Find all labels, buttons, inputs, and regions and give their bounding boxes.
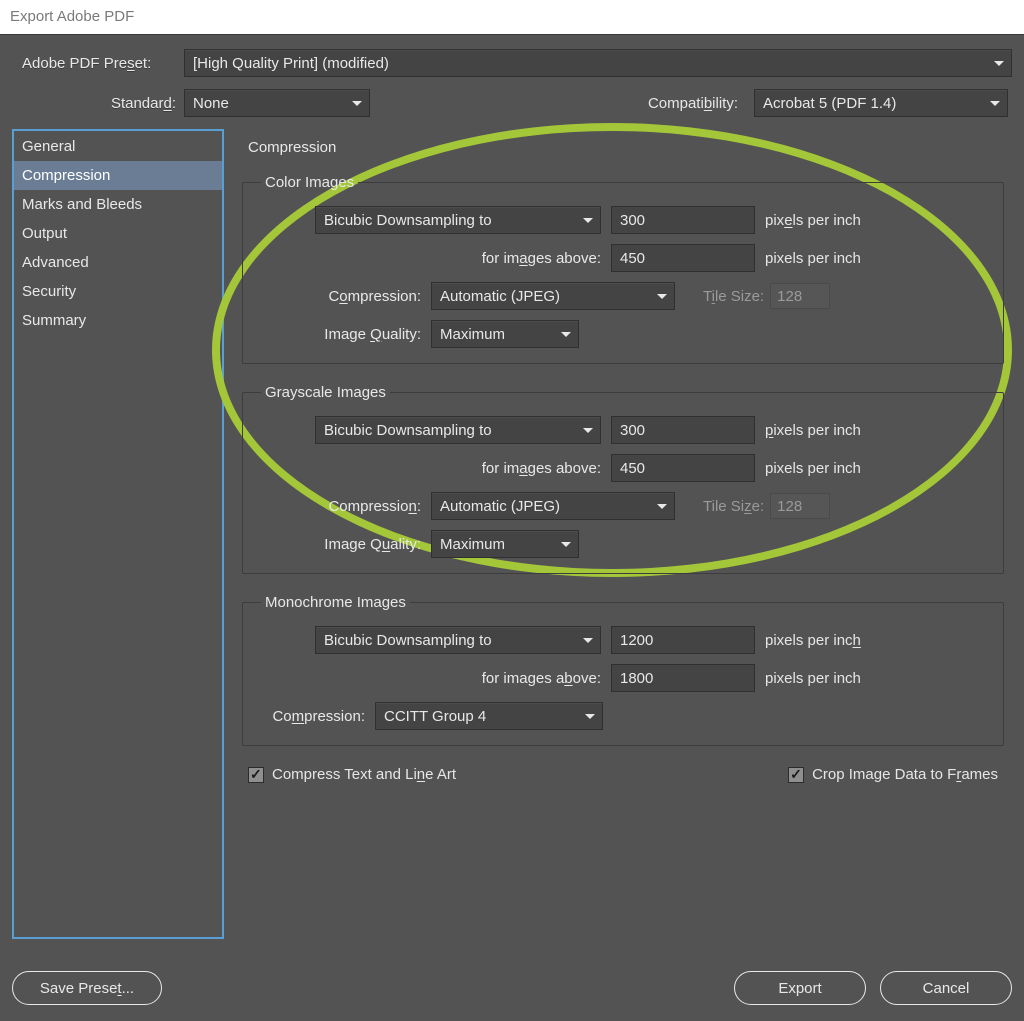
preset-select[interactable]: [High Quality Print] (modified) xyxy=(184,49,1012,77)
mono-above-label: for images above: xyxy=(255,670,611,687)
gray-ppi1: pixels per inch xyxy=(765,422,861,439)
color-comp-label: Compression: xyxy=(255,288,431,305)
gray-downsample-select[interactable]: Bicubic Downsampling to xyxy=(315,416,601,444)
monochrome-images-group: Monochrome Images Bicubic Downsampling t… xyxy=(242,594,1004,746)
export-button[interactable]: Export xyxy=(734,971,866,1005)
sidebar-item-general[interactable]: General xyxy=(14,132,222,161)
compat-label: Compatibility: xyxy=(648,95,746,112)
check-icon xyxy=(788,767,804,783)
mono-comp-label: Compression: xyxy=(255,708,375,725)
sidebar-item-compression[interactable]: Compression xyxy=(14,161,222,190)
gray-tile-value: 128 xyxy=(770,493,830,519)
window-titlebar: Export Adobe PDF xyxy=(0,0,1024,35)
window-title: Export Adobe PDF xyxy=(10,8,134,25)
mono-above-input[interactable]: 1800 xyxy=(611,664,755,692)
compress-text-checkbox[interactable]: Compress Text and Line Art xyxy=(248,766,456,783)
color-comp-select[interactable]: Automatic (JPEG) xyxy=(431,282,675,310)
gray-comp-select[interactable]: Automatic (JPEG) xyxy=(431,492,675,520)
standard-compat-row: Standard: None Compatibility: Acrobat 5 … xyxy=(12,89,1012,117)
sidebar-item-output[interactable]: Output xyxy=(14,219,222,248)
color-tile-value: 128 xyxy=(770,283,830,309)
sidebar-item-advanced[interactable]: Advanced xyxy=(14,248,222,277)
color-ppi2: pixels per inch xyxy=(765,250,861,267)
color-tile-label: Tile Size: xyxy=(703,288,764,305)
standard-select[interactable]: None xyxy=(184,89,370,117)
dialog-content: Adobe PDF Preset: [High Quality Print] (… xyxy=(0,35,1024,939)
category-sidebar: General Compression Marks and Bleeds Out… xyxy=(12,129,224,939)
grayscale-images-group: Grayscale Images Bicubic Downsampling to… xyxy=(242,384,1004,574)
color-downsample-select[interactable]: Bicubic Downsampling to xyxy=(315,206,601,234)
standard-value: None xyxy=(193,95,229,112)
gray-comp-label: Compression: xyxy=(255,498,431,515)
color-quality-select[interactable]: Maximum xyxy=(431,320,579,348)
grayscale-images-legend: Grayscale Images xyxy=(261,384,390,401)
gray-quality-select[interactable]: Maximum xyxy=(431,530,579,558)
mono-target-input[interactable]: 1200 xyxy=(611,626,755,654)
mono-ppi1: pixels per inch xyxy=(765,632,861,649)
preset-row: Adobe PDF Preset: [High Quality Print] (… xyxy=(12,49,1012,77)
gray-quality-label: Image Quality: xyxy=(255,536,431,553)
mono-downsample-select[interactable]: Bicubic Downsampling to xyxy=(315,626,601,654)
compression-panel: Compression Color Images Bicubic Downsam… xyxy=(242,129,1012,939)
crop-image-checkbox[interactable]: Crop Image Data to Frames xyxy=(788,766,998,783)
standard-label: Standard: xyxy=(12,95,176,112)
gray-target-input[interactable]: 300 xyxy=(611,416,755,444)
gray-ppi2: pixels per inch xyxy=(765,460,861,477)
mono-comp-select[interactable]: CCITT Group 4 xyxy=(375,702,603,730)
color-quality-label: Image Quality: xyxy=(255,326,431,343)
color-above-input[interactable]: 450 xyxy=(611,244,755,272)
color-images-group: Color Images Bicubic Downsampling to 300… xyxy=(242,174,1004,364)
preset-label: Adobe PDF Preset: xyxy=(12,55,176,72)
sidebar-item-security[interactable]: Security xyxy=(14,277,222,306)
preset-value: [High Quality Print] (modified) xyxy=(193,55,389,72)
color-above-label: for images above: xyxy=(255,250,611,267)
gray-above-label: for images above: xyxy=(255,460,611,477)
sidebar-item-summary[interactable]: Summary xyxy=(14,306,222,335)
gray-above-input[interactable]: 450 xyxy=(611,454,755,482)
sidebar-item-marks-bleeds[interactable]: Marks and Bleeds xyxy=(14,190,222,219)
main-row: General Compression Marks and Bleeds Out… xyxy=(12,129,1012,939)
mono-ppi2: pixels per inch xyxy=(765,670,861,687)
color-images-legend: Color Images xyxy=(261,174,358,191)
dialog-footer: Save Preset... Export Cancel xyxy=(0,971,1024,1005)
compat-value: Acrobat 5 (PDF 1.4) xyxy=(763,95,896,112)
check-icon xyxy=(248,767,264,783)
compat-select[interactable]: Acrobat 5 (PDF 1.4) xyxy=(754,89,1008,117)
panel-title: Compression xyxy=(248,139,1004,156)
gray-tile-label: Tile Size: xyxy=(703,498,764,515)
color-ppi1: pixels per inch xyxy=(765,212,861,229)
cancel-button[interactable]: Cancel xyxy=(880,971,1012,1005)
monochrome-images-legend: Monochrome Images xyxy=(261,594,410,611)
color-target-input[interactable]: 300 xyxy=(611,206,755,234)
save-preset-button[interactable]: Save Preset... xyxy=(12,971,162,1005)
